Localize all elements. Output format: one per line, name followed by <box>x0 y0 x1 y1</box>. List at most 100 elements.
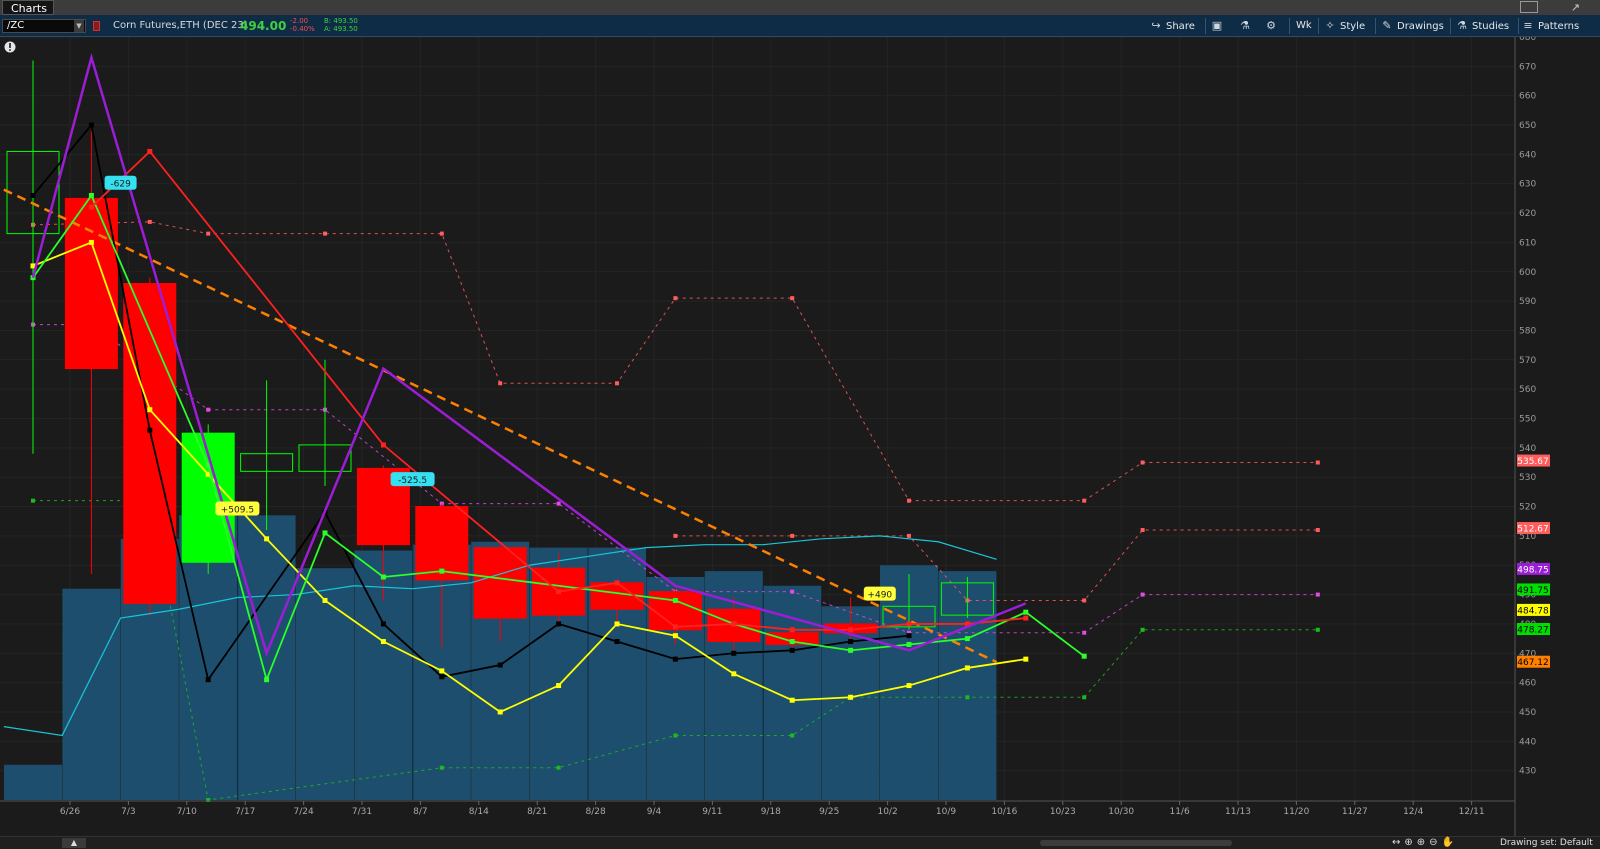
studies-button[interactable]: ⚗ Studies <box>1455 18 1509 34</box>
x-tick-label: 8/14 <box>469 807 489 817</box>
yellow-point <box>614 621 620 627</box>
level-marker <box>439 765 444 770</box>
volume-bar <box>62 588 121 800</box>
y-tick-label: 450 <box>1519 708 1536 718</box>
status-bar: ▲ ↔⊕⊕⊖✋ Drawing set: Default <box>0 836 1600 849</box>
price-label: 498.75 <box>1517 565 1549 575</box>
x-tick-label: 11/20 <box>1283 807 1309 817</box>
y-tick-label: 590 <box>1519 297 1536 307</box>
yellow-point <box>556 683 562 689</box>
black-point <box>789 647 795 653</box>
yellow-point <box>789 697 795 703</box>
green-point <box>906 641 912 647</box>
level-marker <box>1140 528 1145 533</box>
price-label: 484.78 <box>1517 606 1549 616</box>
level-marker <box>498 381 503 386</box>
level-marker <box>1082 598 1087 603</box>
green-point <box>322 530 328 536</box>
pin-icon[interactable]: ↗ <box>1571 0 1580 15</box>
x-tick-label: 10/16 <box>991 807 1017 817</box>
black-point <box>614 639 620 645</box>
level-marker <box>206 407 211 412</box>
x-tick-label: 8/21 <box>527 807 547 817</box>
alert-icon[interactable] <box>4 41 16 53</box>
pencil-icon: ✎ <box>1382 19 1392 32</box>
red-point <box>88 204 94 210</box>
yellow-point <box>380 639 386 645</box>
patterns-button[interactable]: ≡ Patterns <box>1521 18 1579 34</box>
flask-button[interactable]: ⚗ <box>1238 18 1255 34</box>
share-button[interactable]: ↪ Share <box>1149 18 1194 34</box>
level-marker <box>673 733 678 738</box>
y-tick-label: 640 <box>1519 150 1536 160</box>
collapse-button[interactable]: ▲ <box>62 838 86 848</box>
level-marker <box>673 533 678 538</box>
charts-tab[interactable]: Charts <box>2 0 54 15</box>
y-tick-label: 630 <box>1519 180 1536 190</box>
x-tick-label: 10/9 <box>936 807 956 817</box>
volume-bar <box>4 764 62 800</box>
red-point <box>848 627 854 633</box>
percent-change: -0.40% <box>290 25 315 33</box>
level-marker <box>1140 460 1145 465</box>
y-tick-label: 550 <box>1519 415 1536 425</box>
y-tick-label: 610 <box>1519 238 1536 248</box>
style-button[interactable]: ✧ Style <box>1323 18 1365 34</box>
annotation-label: -525.5 <box>398 476 427 486</box>
x-tick-label: 10/2 <box>877 807 897 817</box>
red-point <box>380 442 386 448</box>
level-marker <box>1082 498 1087 503</box>
x-tick-label: 7/24 <box>293 807 313 817</box>
y-tick-label: 650 <box>1519 121 1536 131</box>
black-point <box>30 192 36 198</box>
zoom-controls[interactable]: ↔⊕⊕⊖✋ <box>1392 837 1458 849</box>
yellow-point <box>964 665 970 671</box>
black-point <box>205 677 211 683</box>
level-marker <box>31 498 35 503</box>
red-point <box>906 621 912 627</box>
y-tick-label: 670 <box>1519 62 1536 72</box>
y-tick-label: 530 <box>1519 473 1536 483</box>
black-point <box>88 122 94 128</box>
window-titlebar: Charts ↗ <box>0 0 1600 15</box>
black-point <box>556 621 562 627</box>
black-point <box>439 674 445 680</box>
y-tick-label: 560 <box>1519 385 1536 395</box>
x-tick-label: 7/31 <box>352 807 372 817</box>
level-marker <box>206 231 211 236</box>
x-tick-label: 11/13 <box>1225 807 1251 817</box>
level-marker <box>790 589 795 594</box>
x-tick-label: 11/27 <box>1342 807 1368 817</box>
aggregation-button[interactable]: Wk <box>1296 18 1312 34</box>
x-tick-label: 8/7 <box>413 807 427 817</box>
y-tick-label: 680 <box>1519 37 1536 43</box>
detach-window-icon[interactable] <box>1520 1 1538 13</box>
settings-button[interactable]: ⚙ <box>1264 18 1281 34</box>
price-label: 467.12 <box>1517 658 1549 668</box>
x-tick-label: 9/11 <box>702 807 722 817</box>
level-marker <box>615 381 619 386</box>
drawing-set-label: Drawing set: Default <box>1500 838 1593 848</box>
black-point <box>848 639 854 645</box>
black-point <box>672 656 678 662</box>
red-point <box>789 627 795 633</box>
y-tick-label: 440 <box>1519 737 1536 747</box>
y-tick-label: 580 <box>1519 326 1536 336</box>
last-price: 494.00 <box>240 19 287 33</box>
green-point <box>789 639 795 645</box>
symbol-dropdown-icon[interactable]: ▼ <box>74 20 84 32</box>
level-marker <box>1082 695 1087 700</box>
green-point <box>1081 653 1087 659</box>
price-chart[interactable]: -629 +509.5 -525.5 +490 6/26 7/3 7/10 7/17 7/24… <box>0 37 1600 836</box>
black-point <box>380 621 386 627</box>
link-group-icon[interactable] <box>93 21 100 31</box>
level-marker <box>1315 592 1320 597</box>
yellow-point <box>322 597 328 603</box>
green-point <box>439 568 445 574</box>
horizontal-scrollbar[interactable] <box>1040 840 1232 846</box>
yellow-point <box>439 668 445 674</box>
level-marker <box>907 533 911 538</box>
drawings-button[interactable]: ✎ Drawings <box>1380 18 1443 34</box>
snapshot-button[interactable]: ▣ <box>1210 18 1227 34</box>
y-tick-label: 620 <box>1519 209 1536 219</box>
